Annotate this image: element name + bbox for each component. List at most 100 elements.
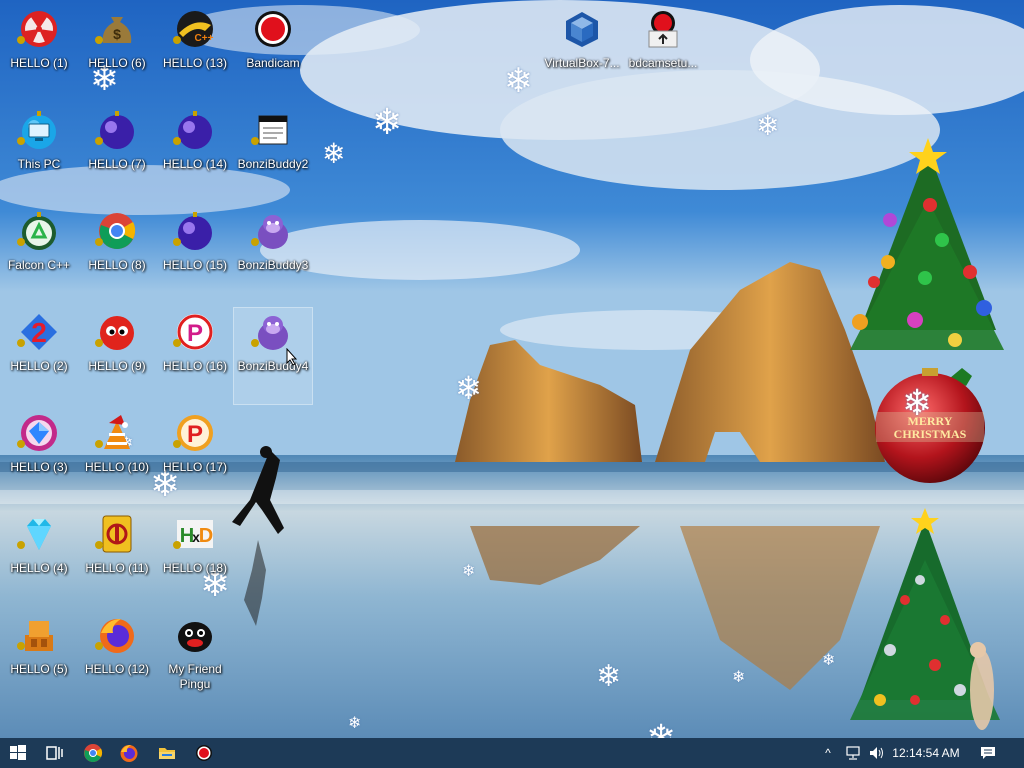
svg-text:D: D — [199, 525, 213, 547]
show-hidden-icons-button[interactable]: ^ — [818, 738, 838, 768]
shortcut-overlay-icon — [17, 36, 25, 44]
svg-text:$: $ — [113, 26, 121, 42]
shortcut-overlay-icon — [251, 137, 259, 145]
shortcut-overlay-icon — [173, 238, 181, 246]
shortcut-overlay-icon — [17, 238, 25, 246]
shortcut-overlay-icon — [95, 541, 103, 549]
icon-label: VirtualBox-7... — [544, 56, 620, 70]
shortcut-overlay-icon — [17, 440, 25, 448]
file-explorer-button[interactable] — [149, 738, 185, 768]
icon-label: HELLO (4) — [10, 561, 68, 575]
icon-label: HELLO (17) — [162, 460, 228, 474]
desktop-icon-bdcamsetup[interactable]: bdcamsetu... — [624, 5, 702, 101]
snowflake-icon: ❄ — [732, 669, 746, 686]
desktop-icon-hello-17[interactable]: P HELLO (17) — [156, 409, 234, 505]
desktop-icon-bandicam[interactable]: Bandicam — [234, 5, 312, 101]
snowflake-icon: ❄ — [322, 138, 346, 169]
desktop-icon-hello-9[interactable]: HELLO (9) — [78, 308, 156, 404]
icon-label: bdcamsetu... — [628, 56, 698, 70]
network-icon — [846, 746, 860, 760]
snowflake-icon: ❄ — [372, 101, 403, 142]
snowflake-icon: ❄ — [756, 110, 780, 141]
shortcut-overlay-icon — [17, 642, 25, 650]
speaker-icon — [870, 747, 883, 759]
icon-label: Falcon C++ — [7, 258, 71, 272]
firefox-taskbar-button[interactable] — [111, 738, 147, 768]
desktop-icon-hello-11[interactable]: HELLO (11) — [78, 510, 156, 606]
network-button[interactable] — [840, 738, 866, 768]
firefox-icon — [120, 745, 138, 762]
icon-label: HELLO (1) — [10, 56, 68, 70]
desktop-icon-hello-8[interactable]: HELLO (8) — [78, 207, 156, 303]
shortcut-overlay-icon — [17, 137, 25, 145]
desktop-icon-hello-10[interactable]: HELLO (10) — [78, 409, 156, 505]
icon-label: This PC — [17, 157, 61, 171]
icon-label: HELLO (7) — [88, 157, 146, 171]
desktop-icon-hello-6[interactable]: $ HELLO (6) — [78, 5, 156, 101]
icon-label: HELLO (2) — [10, 359, 68, 373]
chrome-taskbar-button[interactable] — [75, 738, 111, 768]
bandicam-taskbar-button[interactable] — [186, 738, 222, 768]
icon-label: HELLO (6) — [88, 56, 146, 70]
desktop-icon-hello-12[interactable]: HELLO (12) — [78, 611, 156, 707]
ornament-text-line2: CHRISTMAS — [894, 427, 967, 441]
chrome-icon — [84, 744, 103, 762]
desktop-icon-hello-14[interactable]: HELLO (14) — [156, 106, 234, 202]
snowflake-icon: ❄ — [596, 660, 622, 693]
desktop-icon-hello-18[interactable]: H x D HELLO (18) — [156, 510, 234, 606]
action-center-icon — [981, 747, 995, 759]
shortcut-overlay-icon — [95, 339, 103, 347]
shortcut-overlay-icon — [251, 238, 259, 246]
desktop-icon-virtualbox[interactable]: VirtualBox-7... — [543, 5, 621, 101]
icon-label: HELLO (9) — [88, 359, 146, 373]
shortcut-overlay-icon — [173, 541, 181, 549]
action-center-button[interactable] — [970, 738, 1006, 768]
desktop-icon-bonzibuddy4[interactable]: BonziBuddy4 — [233, 307, 313, 405]
windows-logo-icon — [10, 745, 26, 760]
desktop-icon-hello-2[interactable]: 2 HELLO (2) — [0, 308, 78, 404]
system-clock[interactable]: 12:14:54 AM — [890, 738, 962, 768]
desktop-icon-this-pc[interactable]: This PC — [0, 106, 78, 202]
desktop-icon-hello-16[interactable]: P HELLO (16) — [156, 308, 234, 404]
shortcut-overlay-icon — [17, 541, 25, 549]
icon-label: HELLO (13) — [162, 56, 228, 70]
snowflake-icon: ❄ — [455, 370, 482, 406]
shortcut-overlay-icon — [173, 137, 181, 145]
shortcut-overlay-icon — [17, 339, 25, 347]
shortcut-overlay-icon — [95, 238, 103, 246]
desktop-icon-hello-7[interactable]: HELLO (7) — [78, 106, 156, 202]
icon-label: HELLO (3) — [10, 460, 68, 474]
snowflake-icon: ❄ — [646, 717, 677, 739]
bdcam-setup-icon — [643, 9, 683, 49]
icon-label: HELLO (18) — [162, 561, 228, 575]
desktop-icon-hello-15[interactable]: HELLO (15) — [156, 207, 234, 303]
folder-icon — [159, 748, 175, 759]
shortcut-overlay-icon — [95, 137, 103, 145]
desktop-icon-hello-1[interactable]: HELLO (1) — [0, 5, 78, 101]
desktop-icon-falcon-cpp[interactable]: Falcon C++ — [0, 207, 78, 303]
desktop-icon-bonzibuddy2[interactable]: BonziBuddy2 — [234, 106, 312, 202]
svg-text:2: 2 — [31, 317, 47, 348]
task-view-button[interactable] — [36, 738, 72, 768]
icon-label: HELLO (12) — [84, 662, 150, 676]
desktop-icon-hello-4[interactable]: HELLO (4) — [0, 510, 78, 606]
shortcut-overlay-icon — [173, 339, 181, 347]
mouse-cursor-icon — [286, 348, 298, 366]
desktop-icon-bonzibuddy3[interactable]: BonziBuddy3 — [234, 207, 312, 303]
desktop-icon-my-friend-pingu[interactable]: My Friend Pingu — [156, 611, 234, 707]
volume-button[interactable] — [866, 738, 888, 768]
desktop-icon-hello-3[interactable]: HELLO (3) — [0, 409, 78, 505]
icon-label: Bandicam — [246, 56, 300, 70]
desktop-icon-hello-13[interactable]: C++ HELLO (13) — [156, 5, 234, 101]
icon-label: HELLO (8) — [88, 258, 146, 272]
shortcut-overlay-icon — [173, 36, 181, 44]
icon-label: HELLO (11) — [85, 561, 149, 575]
desktop-icon-hello-5[interactable]: HELLO (5) — [0, 611, 78, 707]
icon-label: HELLO (10) — [84, 460, 150, 474]
icon-label: HELLO (15) — [162, 258, 228, 272]
desktop[interactable]: MERRY CHRISTMAS ❄ ❄ ❄ ❄ ❄ ❄ ❄ ❄ ❄ ❄ ❄ ❄ … — [0, 0, 1024, 738]
shortcut-overlay-icon — [173, 440, 181, 448]
snowflake-icon: ❄ — [348, 715, 362, 732]
icon-label: My Friend Pingu — [168, 662, 222, 691]
start-button[interactable] — [0, 738, 36, 768]
